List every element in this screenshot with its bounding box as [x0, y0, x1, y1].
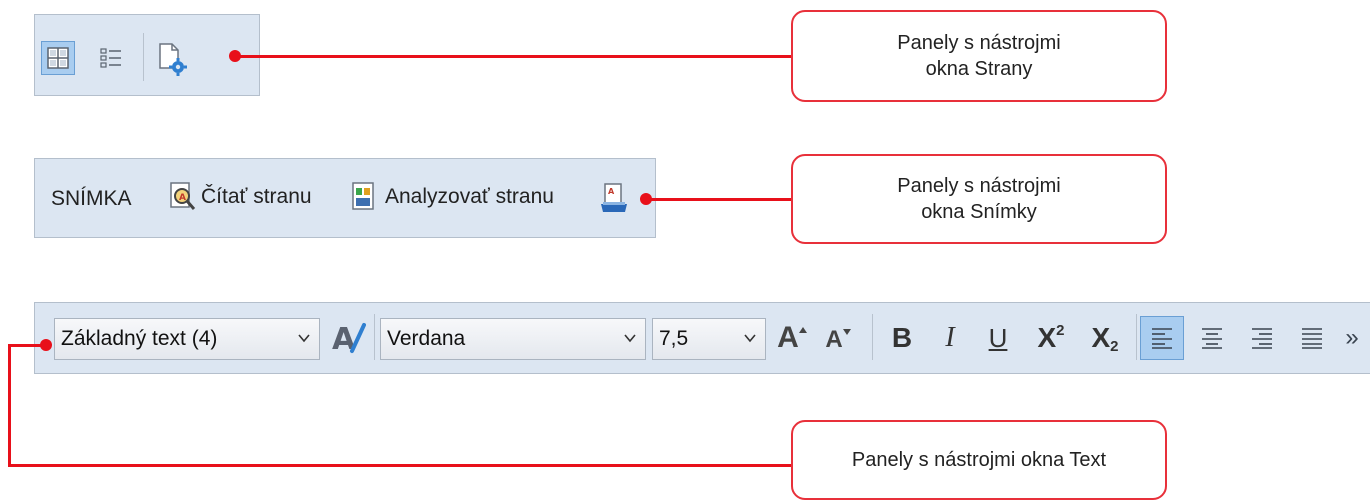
caret-down-icon — [842, 329, 851, 335]
analyze-page-label: Analyzovať stranu — [385, 185, 554, 208]
analyze-page-button[interactable]: Analyzovať stranu — [351, 181, 554, 213]
callout-text: Panely s nástrojmi — [897, 32, 1061, 54]
subscript-button[interactable]: X 2 — [1080, 318, 1130, 358]
toolbar-separator — [143, 33, 144, 81]
paragraph-style-value: Základný text (4) — [61, 327, 218, 350]
grow-font-icon: A — [777, 321, 799, 354]
caret-up-icon — [798, 327, 807, 333]
connector-line — [8, 464, 792, 467]
connector-line — [8, 344, 46, 347]
font-size-value: 7,5 — [659, 327, 689, 350]
subscript-mark: 2 — [1110, 337, 1119, 355]
bold-button[interactable]: B — [880, 318, 924, 358]
italic-button[interactable]: I — [928, 318, 972, 358]
callout-text: okna Snímky — [921, 201, 1037, 223]
double-chevron-right-icon: » — [1345, 324, 1359, 351]
callout-text: Panely s nástrojmi okna Text — [851, 449, 1107, 471]
svg-text:A: A — [179, 193, 186, 203]
read-page-label: Čítať stranu — [201, 185, 312, 208]
superscript-mark: 2 — [1056, 321, 1065, 339]
underline-button[interactable]: U — [976, 318, 1020, 358]
superscript-icon: X — [1037, 322, 1057, 353]
italic-icon: I — [945, 322, 955, 353]
justify-icon — [1302, 328, 1322, 349]
chevron-down-icon — [298, 334, 310, 343]
callout-text: Panely s nástrojmi — [897, 175, 1061, 197]
connector-line — [235, 55, 792, 58]
callout-strany: Panely s nástrojmi okna Strany — [791, 10, 1167, 102]
chevron-down-icon — [744, 334, 756, 343]
thumbnails-view-icon — [47, 47, 69, 69]
underline-icon: U — [988, 322, 1008, 353]
font-size-select[interactable]: 7,5 — [652, 318, 766, 360]
subscript-icon: X — [1091, 322, 1111, 353]
toolbar-separator — [872, 314, 873, 360]
font-select[interactable]: Verdana — [380, 318, 646, 360]
style-brush-icon: A — [332, 322, 366, 355]
style-editor-button[interactable]: A — [326, 318, 370, 358]
thumbnails-view-button[interactable] — [41, 41, 75, 75]
bold-icon: B — [891, 322, 913, 353]
chevron-down-icon — [624, 334, 636, 343]
scan-icon: A — [601, 183, 627, 212]
strany-toolbar — [34, 14, 260, 96]
align-center-button[interactable] — [1190, 316, 1234, 360]
font-value: Verdana — [387, 327, 466, 350]
paragraph-style-select[interactable]: Základný text (4) — [54, 318, 320, 360]
grow-font-button[interactable]: A — [772, 318, 812, 358]
superscript-button[interactable]: X 2 — [1026, 318, 1076, 358]
connector-line — [8, 344, 11, 467]
page-properties-button[interactable] — [153, 39, 191, 79]
toolbar-separator — [1136, 314, 1137, 360]
toolbar-separator — [374, 314, 375, 360]
shrink-font-icon: A — [825, 326, 843, 353]
shrink-font-button[interactable]: A — [818, 318, 858, 358]
callout-text-window: Panely s nástrojmi okna Text — [791, 420, 1167, 500]
callout-snimky: Panely s nástrojmi okna Snímky — [791, 154, 1167, 244]
align-left-button[interactable] — [1140, 316, 1184, 360]
svg-text:A: A — [608, 187, 615, 196]
read-page-icon: A — [170, 182, 196, 210]
connector-line — [646, 198, 792, 201]
justify-button[interactable] — [1290, 316, 1334, 360]
align-left-icon — [1152, 328, 1172, 349]
details-view-button[interactable] — [95, 43, 127, 73]
snimka-toolbar: SNÍMKA A Čítať stranu Analyzovať stranu … — [34, 158, 656, 238]
read-page-button[interactable]: A Čítať stranu — [169, 181, 312, 213]
scan-button[interactable]: A — [597, 181, 631, 215]
toolbar-title: SNÍMKA — [51, 187, 132, 210]
more-tools-button[interactable]: » — [1338, 318, 1366, 358]
align-center-icon — [1202, 328, 1222, 349]
analyze-page-icon — [352, 182, 374, 210]
callout-text: okna Strany — [925, 58, 1033, 80]
details-view-icon — [100, 48, 121, 68]
align-right-button[interactable] — [1240, 316, 1284, 360]
align-right-icon — [1252, 328, 1272, 349]
page-properties-icon — [159, 43, 187, 76]
